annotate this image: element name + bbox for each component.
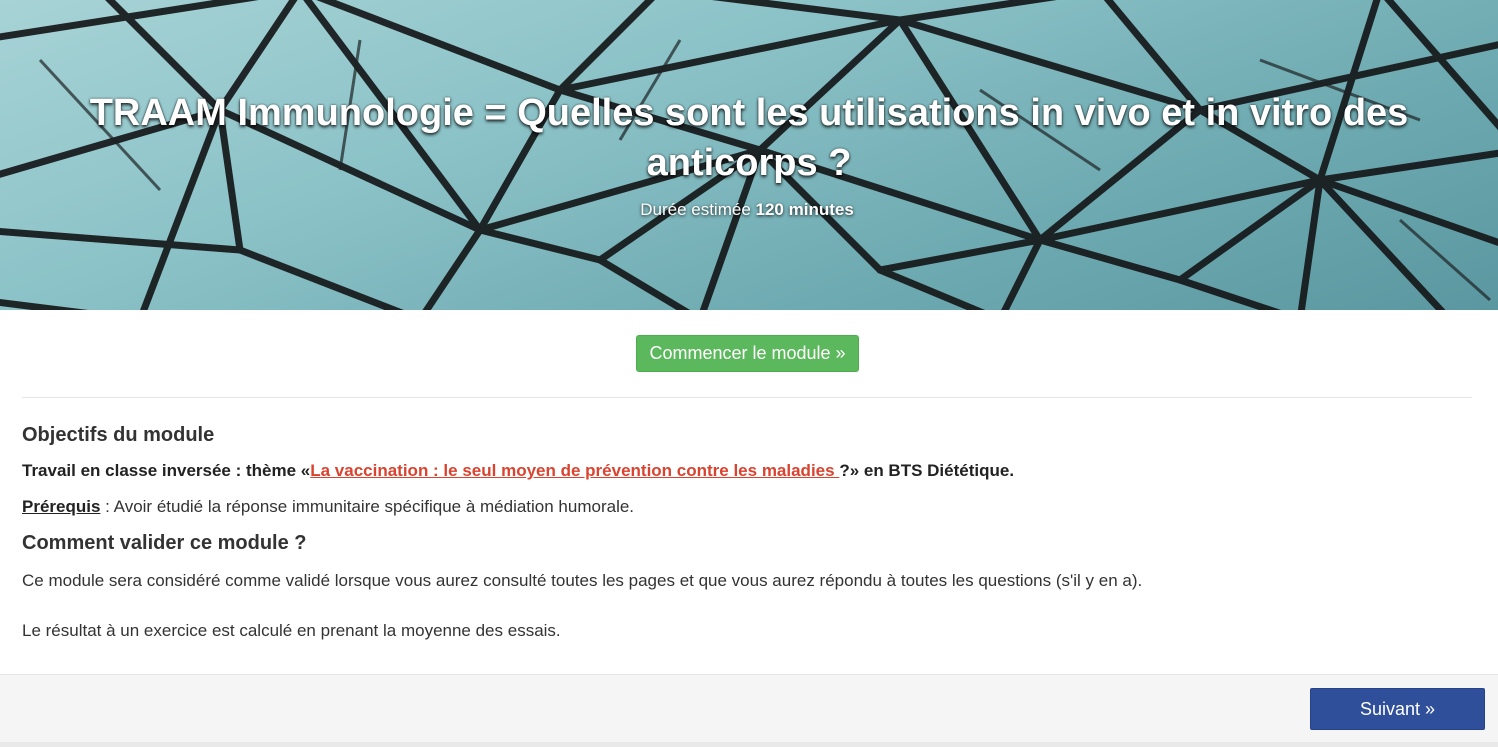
- hero-banner: TRAAM Immunologie = Quelles sont les uti…: [0, 0, 1498, 310]
- prerequisites-label: Prérequis: [22, 497, 101, 516]
- duration-prefix: Durée estimée: [640, 200, 751, 219]
- footer-bottom-strip: [0, 742, 1498, 747]
- duration-value: 120 minutes: [755, 200, 854, 219]
- objectives-heading: Objectifs du module: [22, 424, 215, 446]
- objectives-line-suffix: ?» en BTS Diététique.: [839, 461, 1015, 480]
- prerequisites-line: Prérequis : Avoir étudié la réponse immu…: [22, 497, 1472, 517]
- objectives-line: Travail en classe inversée : thème «La v…: [22, 461, 1472, 481]
- vaccination-link[interactable]: La vaccination : le seul moyen de préven…: [310, 461, 839, 480]
- objectives-line-prefix: Travail en classe inversée : thème «: [22, 461, 311, 480]
- validation-heading: Comment valider ce module ?: [22, 532, 307, 554]
- divider: [22, 397, 1472, 398]
- footer-bar: [0, 674, 1498, 742]
- estimated-duration: Durée estimée 120 minutes: [0, 200, 1494, 220]
- prerequisites-text: : Avoir étudié la réponse immunitaire sp…: [100, 497, 635, 516]
- next-button[interactable]: Suivant »: [1310, 688, 1485, 730]
- start-module-button[interactable]: Commencer le module »: [636, 335, 859, 372]
- module-description: Objectifs du module Travail en classe in…: [22, 424, 1472, 641]
- validation-paragraph-2: Le résultat à un exercice est calculé en…: [22, 621, 561, 640]
- validation-paragraph-1: Ce module sera considéré comme validé lo…: [22, 571, 1143, 590]
- module-title: TRAAM Immunologie = Quelles sont les uti…: [89, 92, 1409, 184]
